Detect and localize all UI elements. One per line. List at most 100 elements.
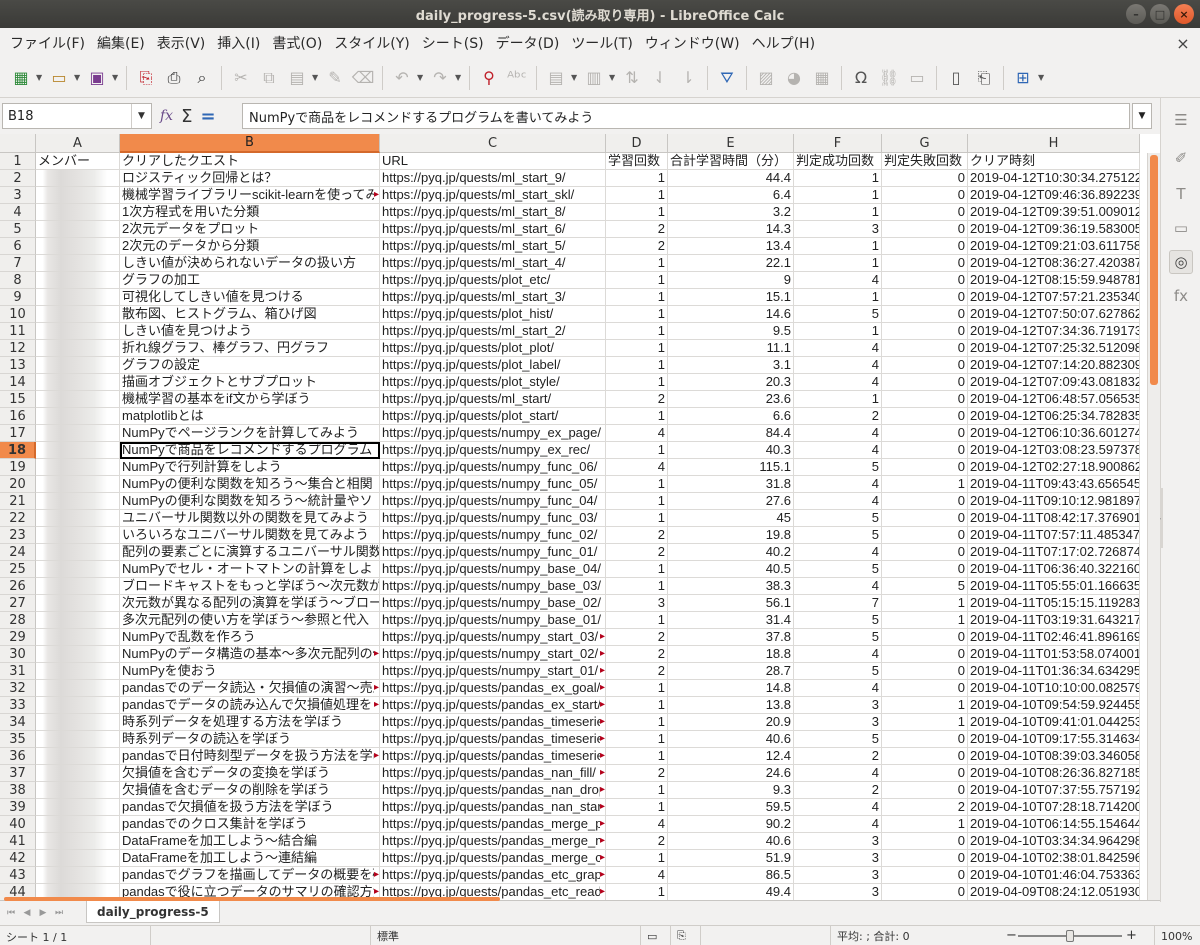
cell[interactable]: ロジスティック回帰とは？ [120, 170, 380, 187]
cell[interactable]: https://pyq.jp/quests/numpy_base_04/ [380, 561, 606, 578]
row-header[interactable]: 12 [0, 340, 36, 357]
cell[interactable]: 0 [882, 425, 968, 442]
row-header[interactable]: 24 [0, 544, 36, 561]
member-cell-redacted[interactable] [36, 391, 120, 408]
cell[interactable]: 4 [794, 578, 882, 595]
menu-item-1[interactable]: 編集(E) [91, 33, 151, 53]
cell[interactable]: 2019-04-12T07:57:21.235340+0 [968, 289, 1140, 306]
cell[interactable]: 45 [668, 510, 794, 527]
cell[interactable]: 4 [794, 425, 882, 442]
cell[interactable]: 0 [882, 204, 968, 221]
cell[interactable]: 1 [606, 697, 668, 714]
member-cell-redacted[interactable] [36, 765, 120, 782]
cell[interactable]: 0 [882, 544, 968, 561]
cell[interactable]: 27.6 [668, 493, 794, 510]
cell[interactable]: 1 [606, 289, 668, 306]
clear-formatting-icon[interactable]: ⌫ [350, 65, 376, 91]
chevron-down-icon[interactable]: ▼ [1038, 73, 1046, 82]
paste-icon[interactable]: ▤ [284, 65, 310, 91]
cell[interactable]: 1 [606, 408, 668, 425]
member-cell-redacted[interactable] [36, 255, 120, 272]
print-preview-icon[interactable]: ⌕ [189, 65, 215, 91]
comment-icon[interactable]: ▭ [904, 65, 930, 91]
cell[interactable]: 1 [606, 493, 668, 510]
cell[interactable]: https://pyq.jp/quests/ml_start_8/ [380, 204, 606, 221]
redo-icon[interactable]: ↷ [427, 65, 453, 91]
cell[interactable]: https://pyq.jp/quests/numpy_ex_page/ [380, 425, 606, 442]
cell[interactable]: 0 [882, 748, 968, 765]
cell[interactable]: pandasで日付時刻型データを扱う方法を学ぼ [120, 748, 380, 765]
cell[interactable]: 6.6 [668, 408, 794, 425]
cell[interactable]: 0 [882, 442, 968, 459]
cell[interactable]: https://pyq.jp/quests/numpy_func_01/ [380, 544, 606, 561]
cell[interactable]: https://pyq.jp/quests/numpy_base_01/ [380, 612, 606, 629]
cell[interactable]: 0 [882, 731, 968, 748]
cell[interactable]: 2019-04-12T09:36:19.583005+0 [968, 221, 1140, 238]
cell[interactable]: 0 [882, 527, 968, 544]
cell[interactable]: 1 [606, 612, 668, 629]
cell[interactable]: 6.4 [668, 187, 794, 204]
cell[interactable]: 2019-04-11T01:53:58.074001+0 [968, 646, 1140, 663]
cell[interactable]: https://pyq.jp/quests/pandas_merge_me [380, 833, 606, 850]
hyperlink-icon[interactable]: ⛓ [876, 65, 902, 91]
cell[interactable]: 4 [606, 459, 668, 476]
row-header[interactable]: 10 [0, 306, 36, 323]
cell[interactable]: 90.2 [668, 816, 794, 833]
cell[interactable]: matplotlibとは [120, 408, 380, 425]
header-cell[interactable]: 合計学習時間（分） [668, 153, 794, 170]
open-folder-icon[interactable]: ▭ [46, 65, 72, 91]
cell[interactable]: 2019-04-11T01:36:34.634295+0 [968, 663, 1140, 680]
cell[interactable]: 49.4 [668, 884, 794, 900]
name-box[interactable]: B18 ▼ [2, 103, 152, 129]
cell[interactable]: 84.4 [668, 425, 794, 442]
cell[interactable]: 4 [606, 425, 668, 442]
cell[interactable]: 19.8 [668, 527, 794, 544]
cell[interactable]: 9.3 [668, 782, 794, 799]
cell[interactable]: 31.4 [668, 612, 794, 629]
column-header-G[interactable]: G [882, 134, 968, 153]
member-cell-redacted[interactable] [36, 731, 120, 748]
member-cell-redacted[interactable] [36, 459, 120, 476]
cell[interactable]: 1 [606, 255, 668, 272]
cell[interactable]: 0 [882, 782, 968, 799]
cell[interactable]: 44.4 [668, 170, 794, 187]
cell[interactable]: 0 [882, 221, 968, 238]
cell[interactable]: 13.4 [668, 238, 794, 255]
cell[interactable]: 1 [794, 187, 882, 204]
sidebar-font-icon[interactable]: T [1169, 182, 1193, 206]
cell[interactable]: 2019-04-12T03:08:23.597378+0 [968, 442, 1140, 459]
cell[interactable]: 2019-04-11T02:46:41.896169+0 [968, 629, 1140, 646]
cell[interactable]: https://pyq.jp/quests/numpy_func_03/ [380, 510, 606, 527]
menu-item-0[interactable]: ファイル(F) [4, 33, 91, 53]
cell[interactable]: 散布図、ヒストグラム、箱ひげ図 [120, 306, 380, 323]
cell[interactable]: 1 [794, 255, 882, 272]
cell[interactable]: 1 [606, 357, 668, 374]
cell[interactable]: https://pyq.jp/quests/ml_start_5/ [380, 238, 606, 255]
cell[interactable]: 0 [882, 374, 968, 391]
member-cell-redacted[interactable] [36, 289, 120, 306]
zoom-out-button[interactable]: − [1006, 928, 1017, 943]
row-header[interactable]: 25 [0, 561, 36, 578]
function-wizard-icon[interactable]: fx [160, 108, 173, 124]
row-header[interactable]: 20 [0, 476, 36, 493]
member-cell-redacted[interactable] [36, 510, 120, 527]
cell[interactable]: NumPyでページランクを計算してみよう [120, 425, 380, 442]
cell[interactable]: 0 [882, 391, 968, 408]
header-cell[interactable]: 判定成功回数 [794, 153, 882, 170]
cell[interactable]: 2019-04-10T02:38:01.842596+0 [968, 850, 1140, 867]
cell[interactable]: 115.1 [668, 459, 794, 476]
member-cell-redacted[interactable] [36, 646, 120, 663]
cell[interactable]: https://pyq.jp/quests/pandas_nan_fill/ [380, 765, 606, 782]
member-cell-redacted[interactable] [36, 340, 120, 357]
cell[interactable]: 5 [794, 663, 882, 680]
row-header[interactable]: 40 [0, 816, 36, 833]
cell[interactable]: 2019-04-11T05:15:15.119283+0 [968, 595, 1140, 612]
chevron-down-icon[interactable]: ▼ [609, 73, 617, 82]
cell[interactable]: 3 [794, 697, 882, 714]
cell[interactable]: ユニバーサル関数以外の関数を見てみよう [120, 510, 380, 527]
cell[interactable]: 9.5 [668, 323, 794, 340]
cell[interactable]: 1 [606, 510, 668, 527]
sidebar-properties-icon[interactable]: ☰ [1169, 108, 1193, 132]
cell[interactable]: https://pyq.jp/quests/pandas_timeseries [380, 731, 606, 748]
cell[interactable]: 2 [882, 799, 968, 816]
